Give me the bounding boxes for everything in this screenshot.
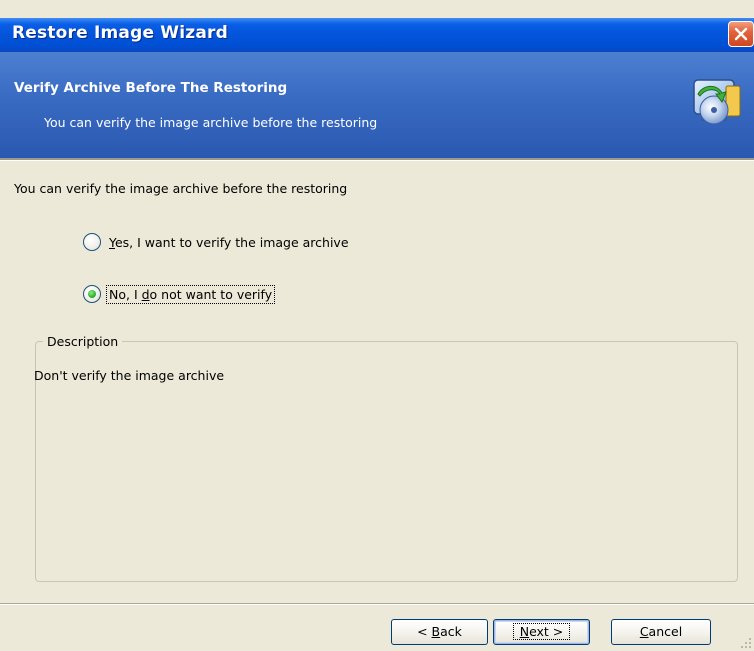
back-button[interactable]: < Back [391, 619, 488, 645]
verify-yes-radio[interactable] [83, 233, 101, 251]
step-subtitle: You can verify the image archive before … [44, 115, 378, 130]
verify-prompt: You can verify the image archive before … [14, 181, 348, 196]
header-divider [0, 158, 754, 161]
description-legend: Description [43, 334, 123, 349]
resize-grip-icon[interactable] [740, 637, 752, 649]
next-button-label: Next > [512, 623, 571, 640]
title-bar[interactable]: Restore Image Wizard [0, 18, 754, 52]
verify-no-radio[interactable] [83, 285, 101, 303]
cancel-button[interactable]: Cancel [611, 619, 711, 645]
wizard-window: Restore Image Wizard Verify Archive Befo… [0, 0, 754, 651]
wizard-header: Verify Archive Before The Restoring You … [0, 52, 754, 158]
verify-yes-option[interactable]: Yes, I want to verify the image archive [83, 230, 351, 254]
verify-yes-label[interactable]: Yes, I want to verify the image archive [107, 234, 351, 251]
footer-divider [0, 603, 754, 605]
close-icon [734, 27, 748, 41]
verify-no-label[interactable]: No, I do not want to verify [105, 284, 276, 304]
step-title: Verify Archive Before The Restoring [14, 80, 288, 96]
restore-disk-icon [693, 79, 741, 125]
next-button[interactable]: Next > [493, 619, 590, 645]
close-button[interactable] [728, 21, 754, 47]
verify-no-option[interactable]: No, I do not want to verify [83, 282, 276, 306]
description-text: Don't verify the image archive [34, 368, 225, 383]
window-title: Restore Image Wizard [12, 23, 229, 43]
